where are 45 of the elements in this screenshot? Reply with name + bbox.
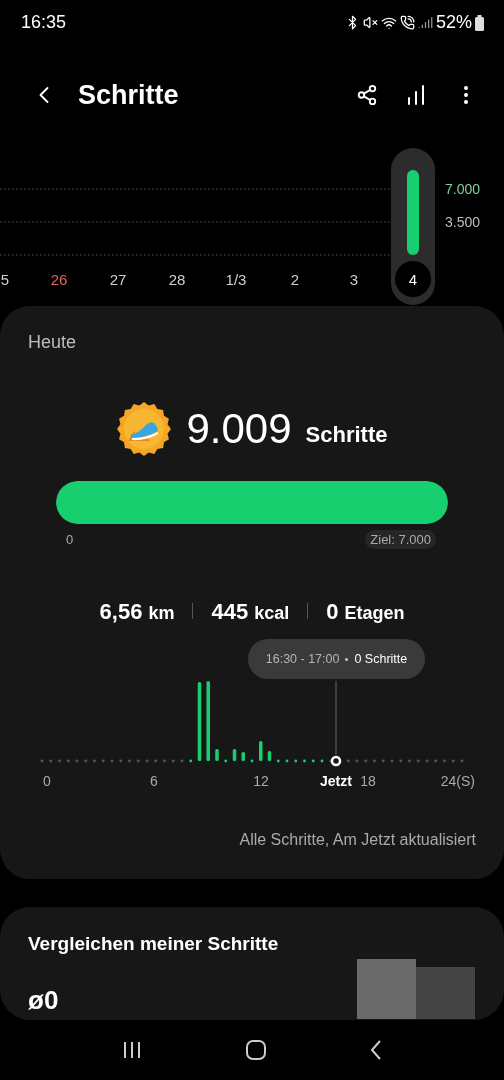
shoe-badge-icon — [116, 401, 173, 457]
share-icon[interactable] — [356, 84, 378, 106]
update-note: Alle Schritte, Am Jetzt aktualisiert — [238, 831, 476, 849]
day-label[interactable]: 3 — [349, 271, 359, 288]
page-title: Schritte — [78, 79, 180, 111]
back-nav-button[interactable] — [370, 1040, 382, 1060]
stat-unit: km — [148, 603, 175, 624]
status-time: 16:35 — [21, 12, 67, 33]
stat-unit: kcal — [254, 603, 290, 624]
card-title: Vergleichen meiner Schritte — [28, 933, 280, 955]
mute-icon — [362, 15, 378, 30]
stat-unit: Etagen — [344, 603, 405, 624]
step-unit: Schritte — [305, 422, 388, 448]
progress-min-label: 0 — [66, 532, 74, 547]
axis-label: Jetzt — [320, 773, 352, 789]
day-label[interactable]: 1/3 — [225, 271, 247, 288]
tooltip-time: 16:30 - 17:00 — [265, 652, 340, 666]
axis-label: 7.000 — [445, 181, 481, 197]
battery-percent: 52% — [435, 12, 472, 33]
day-label[interactable]: 27 — [109, 271, 127, 288]
now-marker[interactable] — [330, 681, 342, 767]
day-label[interactable]: 2 — [290, 271, 300, 288]
axis-label: 24(S) — [440, 773, 475, 789]
recent-apps-button[interactable] — [122, 1041, 142, 1059]
axis-label: 3.500 — [445, 214, 481, 230]
day-label[interactable]: 26 — [50, 271, 68, 288]
battery-icon — [475, 14, 484, 31]
axis-label: 0 — [43, 773, 51, 789]
wifi-call-icon — [399, 15, 415, 30]
stat-value: 445 — [211, 599, 249, 625]
axis-label: 18 — [360, 773, 376, 789]
average-value: ø0 — [28, 985, 59, 1016]
goal-label: Ziel: 7.000 — [365, 530, 436, 549]
day-label[interactable]: 28 — [168, 271, 186, 288]
stat-value: 0 — [326, 599, 339, 625]
day-label[interactable]: 5 — [0, 271, 10, 288]
home-button[interactable] — [246, 1040, 266, 1060]
axis-label: 6 — [150, 773, 158, 789]
axis-label: 12 — [253, 773, 269, 789]
day-label[interactable]: 4 — [408, 271, 418, 288]
step-count: 9.009 — [186, 405, 292, 453]
signal-icon — [417, 15, 433, 30]
stat-value: 6,56 — [99, 599, 143, 625]
tooltip-steps: 0 Schritte — [354, 652, 408, 666]
card-title: Heute — [28, 332, 78, 353]
